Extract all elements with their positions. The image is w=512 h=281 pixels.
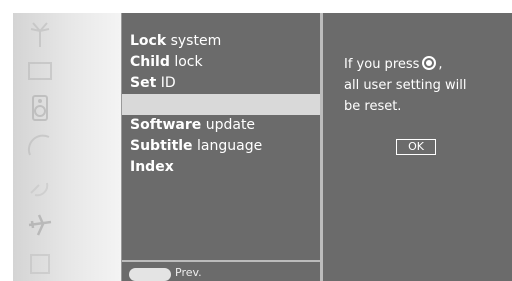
reset-message-line-3: be reset.: [344, 99, 402, 114]
reset-message-line-2: all user setting will: [344, 78, 467, 93]
menu-item-set-id[interactable]: Set ID: [122, 73, 321, 94]
menu-item-selected-factory-reset[interactable]: [122, 94, 321, 115]
clock-icon[interactable]: [25, 131, 55, 161]
menu-list: Lock system Child lock Set ID Software u…: [122, 31, 321, 178]
menu-footer: Prev.: [122, 260, 321, 281]
ok-button-icon: [422, 56, 437, 70]
reset-message-line-1: If you press,: [344, 56, 443, 72]
picture-icon[interactable]: [25, 56, 55, 86]
ok-button[interactable]: OK: [396, 139, 436, 155]
satellite-icon[interactable]: [25, 171, 55, 201]
menu-item-software-update[interactable]: Software update: [122, 115, 321, 136]
speaker-icon[interactable]: [25, 93, 55, 123]
tv-menu-screen: Lock system Child lock Set ID Software u…: [0, 0, 512, 281]
prev-key-icon[interactable]: [129, 268, 171, 281]
airplane-icon[interactable]: [25, 209, 55, 239]
menu-item-lock-system[interactable]: Lock system: [122, 31, 321, 52]
antenna-icon[interactable]: [25, 19, 55, 49]
menu-item-index[interactable]: Index: [122, 157, 321, 178]
option-menu-panel: Lock system Child lock Set ID Software u…: [121, 13, 321, 281]
menu-item-child-lock[interactable]: Child lock: [122, 52, 321, 73]
menu-item-subtitle-language[interactable]: Subtitle language: [122, 136, 321, 157]
prev-label: Prev.: [175, 266, 202, 279]
reset-dialog-panel: If you press, all user setting will be r…: [323, 13, 512, 281]
reset-message: If you press, all user setting will be r…: [344, 54, 509, 117]
category-icon-rail: [13, 13, 121, 281]
options-icon[interactable]: [25, 249, 55, 279]
